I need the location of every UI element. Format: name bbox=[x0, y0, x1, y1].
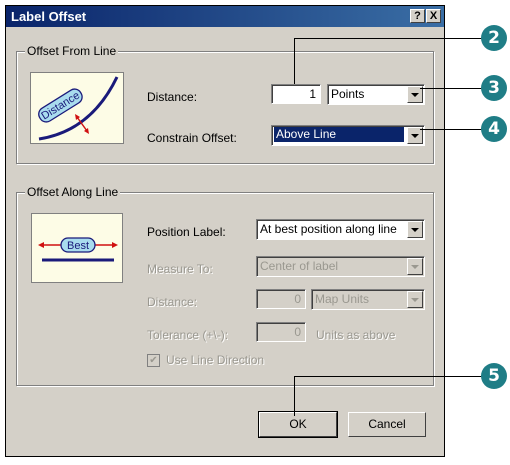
tolerance-units-label: Units as above bbox=[316, 328, 396, 342]
callout-2: 2 bbox=[481, 25, 507, 51]
distance-input[interactable]: 1 bbox=[271, 84, 321, 104]
position-diagram-svg: Best bbox=[38, 237, 118, 262]
along-distance-units-value: Map Units bbox=[315, 292, 370, 306]
callout-2-leader bbox=[294, 38, 295, 84]
measure-to-label: Measure To: bbox=[147, 262, 213, 276]
dialog-title: Label Offset bbox=[11, 9, 87, 24]
along-distance-input[interactable]: 0 bbox=[256, 289, 306, 309]
callout-4-leader bbox=[420, 129, 482, 130]
callout-5-leader-h bbox=[294, 376, 482, 377]
title-bar[interactable]: Label Offset ? X bbox=[6, 6, 444, 27]
callout-5-leader bbox=[294, 376, 295, 416]
chevron-down-icon[interactable] bbox=[407, 221, 423, 238]
distance-units-select[interactable]: Points bbox=[327, 84, 425, 105]
along-distance-label: Distance: bbox=[147, 295, 198, 309]
position-label-select[interactable]: At best position along line bbox=[256, 219, 425, 240]
cancel-button[interactable]: Cancel bbox=[348, 412, 426, 437]
chevron-down-icon[interactable] bbox=[407, 291, 423, 308]
tolerance-input[interactable]: 0 bbox=[256, 322, 306, 342]
ok-button[interactable]: OK bbox=[258, 411, 338, 438]
use-line-direction-label: Use Line Direction bbox=[166, 353, 265, 367]
distance-diagram: Distance bbox=[30, 72, 124, 144]
callout-4: 4 bbox=[481, 116, 507, 142]
callout-3-leader bbox=[420, 88, 482, 89]
offset-from-line-legend: Offset From Line bbox=[25, 44, 119, 58]
callout-2-leader-h bbox=[294, 38, 482, 39]
distance-units-value: Points bbox=[331, 87, 365, 101]
tolerance-label: Tolerance (+\-): bbox=[147, 328, 229, 342]
distance-diagram-svg: Distance bbox=[38, 76, 119, 141]
callout-3: 3 bbox=[481, 75, 507, 101]
measure-to-value: Center of label bbox=[260, 259, 339, 273]
measure-to-select[interactable]: Center of label bbox=[256, 256, 425, 277]
constrain-offset-select[interactable]: Above Line bbox=[271, 125, 425, 146]
offset-along-line-legend: Offset Along Line bbox=[25, 185, 121, 199]
help-button[interactable]: ? bbox=[410, 9, 425, 23]
position-diagram: Best bbox=[31, 213, 123, 283]
position-diagram-label: Best bbox=[67, 240, 89, 252]
constrain-offset-label: Constrain Offset: bbox=[147, 131, 237, 145]
use-line-direction-checkbox[interactable]: ✔ bbox=[147, 354, 160, 367]
along-distance-units-select[interactable]: Map Units bbox=[311, 289, 425, 310]
position-label-value: At best position along line bbox=[260, 222, 397, 236]
distance-label: Distance: bbox=[147, 90, 198, 104]
position-label-label: Position Label: bbox=[147, 225, 226, 239]
callout-5: 5 bbox=[481, 363, 507, 389]
label-offset-dialog: Label Offset ? X Offset From Line Distan… bbox=[5, 5, 445, 457]
close-button[interactable]: X bbox=[426, 9, 441, 23]
chevron-down-icon[interactable] bbox=[407, 258, 423, 275]
constrain-offset-value: Above Line bbox=[274, 127, 404, 142]
